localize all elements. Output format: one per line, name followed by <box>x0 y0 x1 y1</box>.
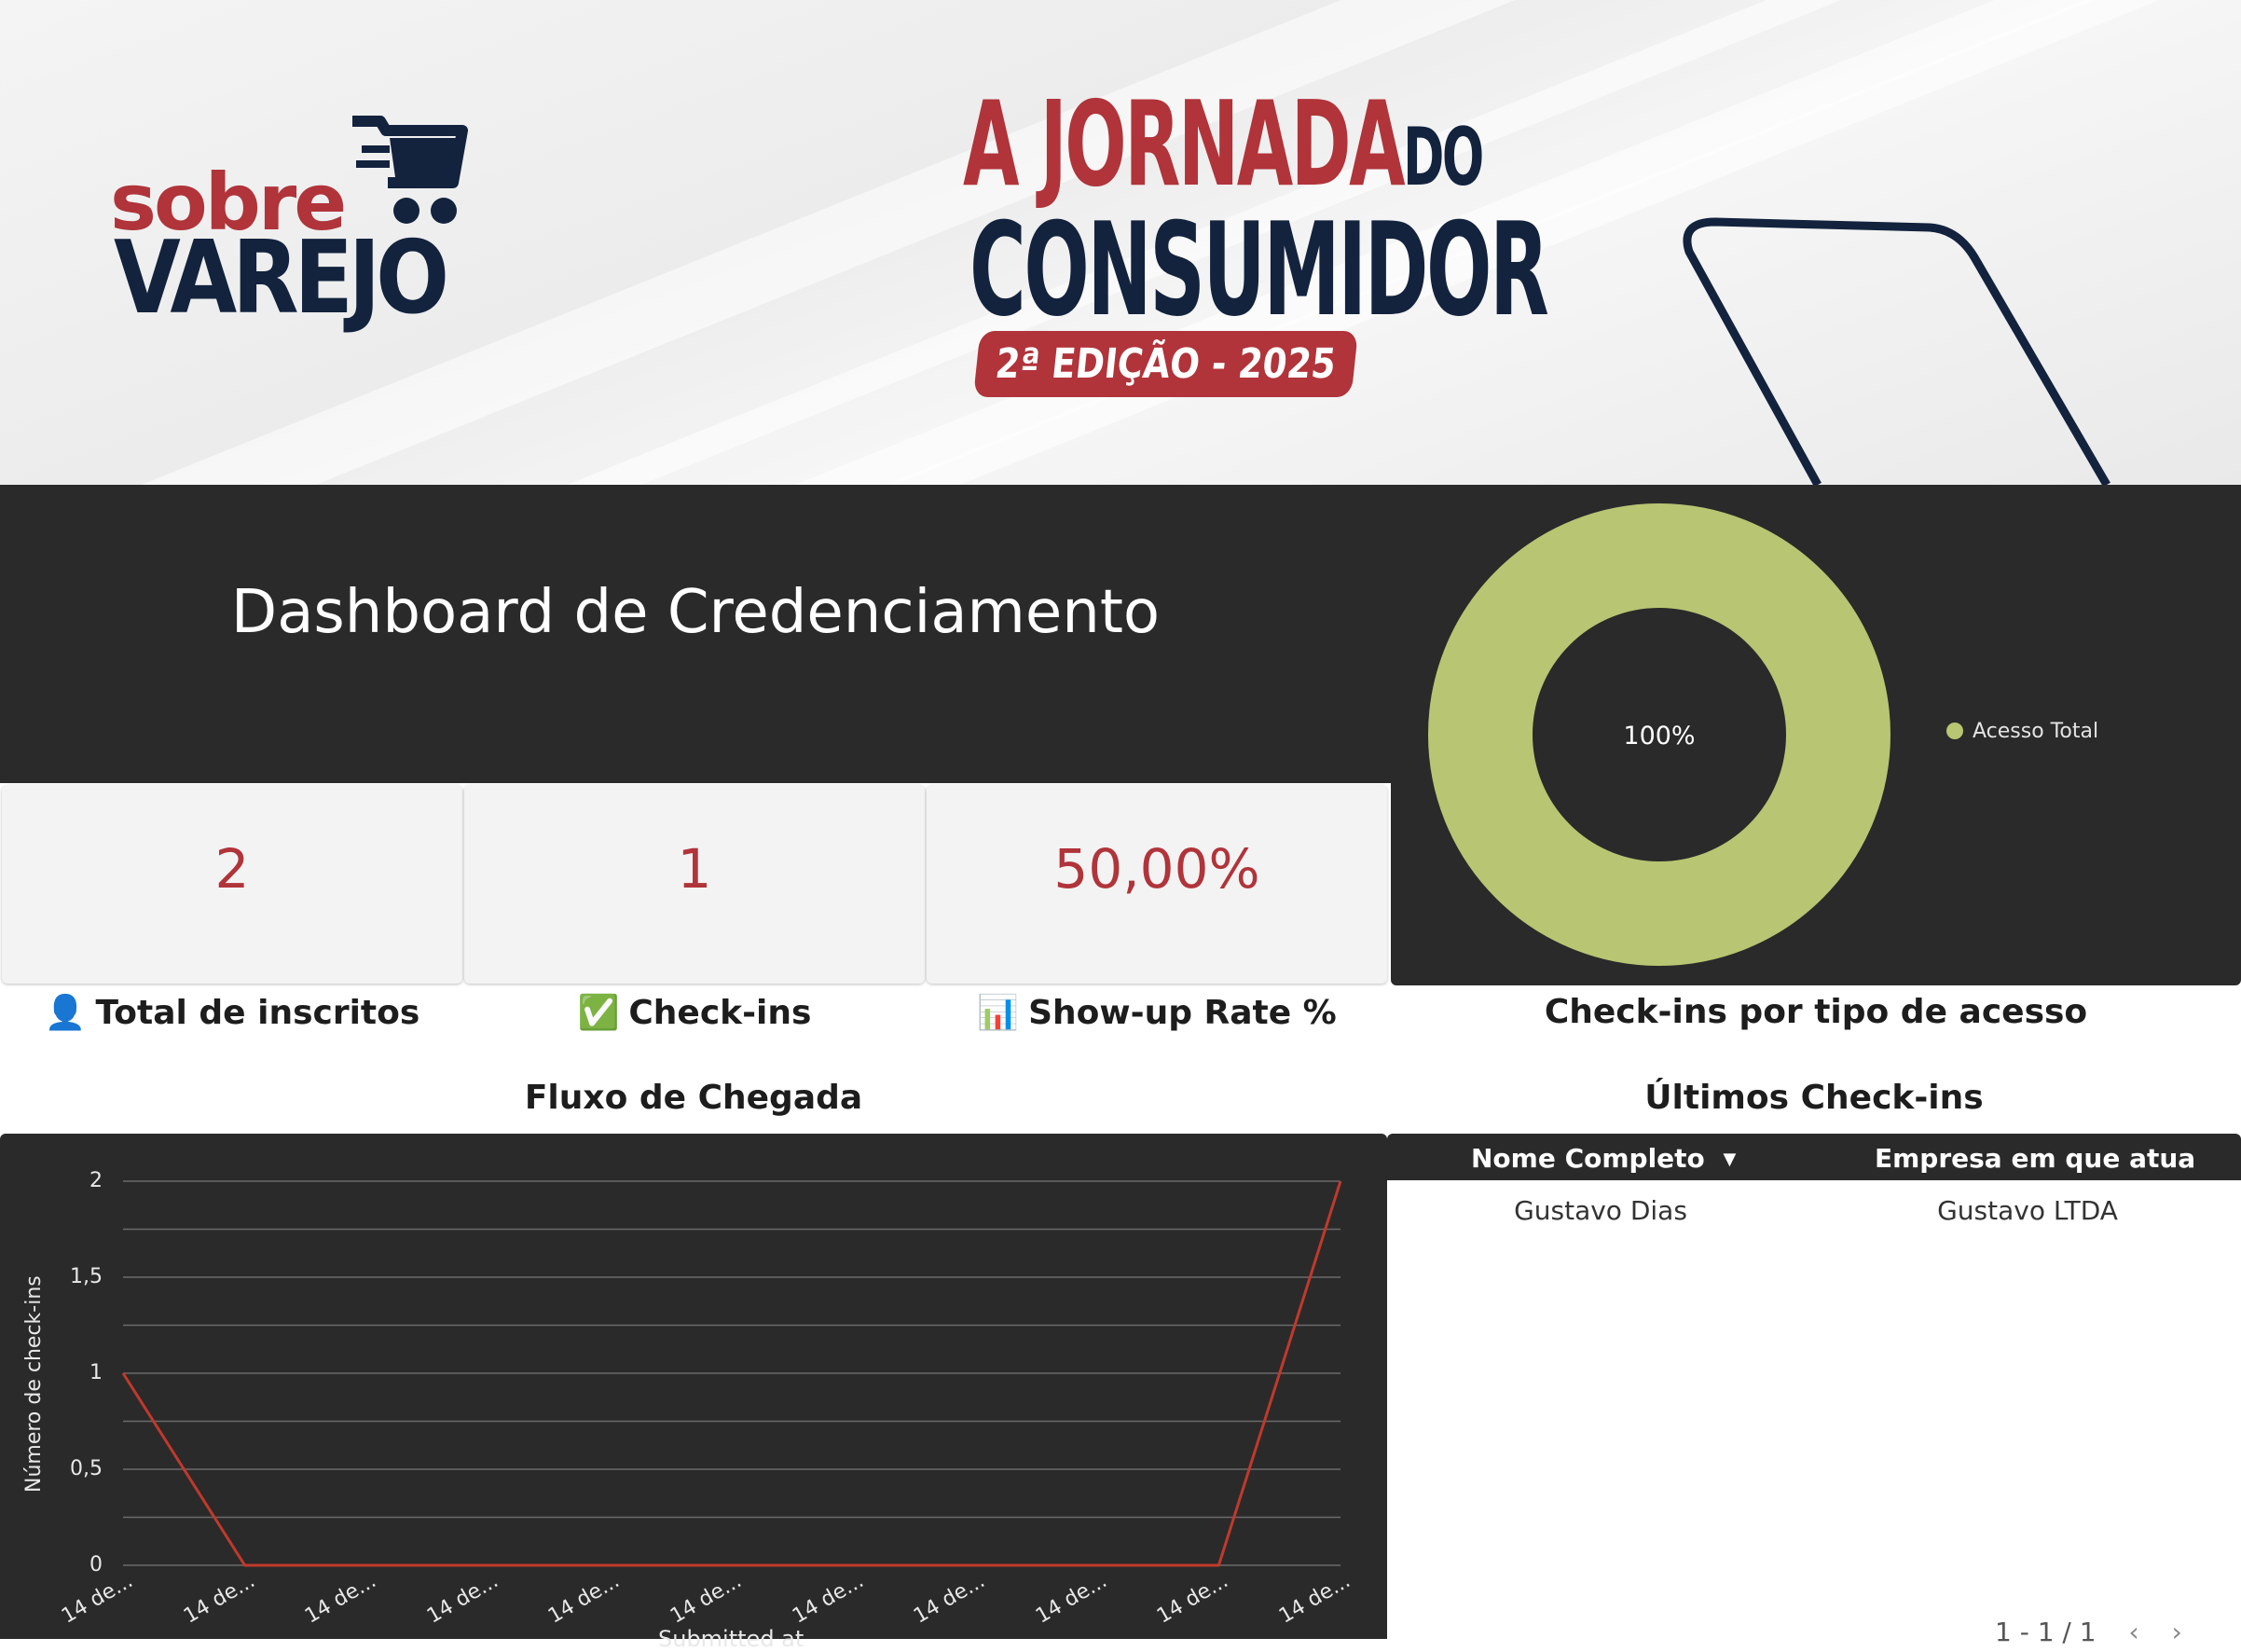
kpi-label-total-inscritos: 👤Total de inscritos <box>2 993 462 1032</box>
y-axis-label: Número de check-ins <box>22 1275 46 1493</box>
kpi-label-show-up-rate: 📊Show-up Rate % <box>927 993 1387 1032</box>
arrival-line-chart-panel <box>0 1134 1387 1639</box>
shopping-cart-icon <box>343 110 474 231</box>
event-banner: sobre VAREJO A JORNADADO CONSUMIDOR 2ª E… <box>0 0 2241 485</box>
next-page-icon[interactable]: › <box>2172 1617 2182 1647</box>
legend-label: Acesso Total <box>1973 720 2098 743</box>
dashboard-header: Dashboard de Credenciamento <box>0 485 1391 783</box>
sobre-varejo-logo: sobre VAREJO <box>110 110 464 334</box>
table-pagination: 1 - 1 / 1 ‹ › <box>1995 1617 2182 1647</box>
cell-nome: Gustavo Dias <box>1387 1195 1814 1226</box>
previous-page-icon[interactable]: ‹ <box>2129 1617 2139 1647</box>
bar-chart-icon: 📊 <box>977 993 1019 1032</box>
page-title: Dashboard de Credenciamento <box>0 578 1391 647</box>
x-axis-label: Submitted at <box>658 1626 804 1652</box>
donut-center-label: 100% <box>1623 722 1695 750</box>
y-tick-label: 2 <box>0 1169 103 1192</box>
y-tick-label: 0 <box>0 1553 103 1576</box>
cell-empresa: Gustavo LTDA <box>1814 1195 2241 1226</box>
donut-chart: 100% <box>1391 485 2241 985</box>
donut-legend[interactable]: Acesso Total <box>1946 720 2098 743</box>
column-header-nome[interactable]: Nome Completo ▼ <box>1471 1143 1736 1174</box>
kpi-card-total-inscritos: 2 <box>2 785 462 984</box>
column-header-empresa[interactable]: Empresa em que atua <box>1875 1143 2195 1174</box>
arrival-line-chart <box>0 1134 1387 1639</box>
table-header: Nome Completo ▼ Empresa em que atua <box>1387 1134 2241 1180</box>
brand-logo-bottom: VAREJO <box>114 220 445 337</box>
y-tick-label: 0,5 <box>0 1457 103 1480</box>
table-row[interactable]: Gustavo Dias Gustavo LTDA <box>1387 1180 2241 1236</box>
event-title-logo: A JORNADADO CONSUMIDOR 2ª EDIÇÃO - 2025 <box>839 89 1492 396</box>
y-tick-label: 1 <box>0 1361 103 1384</box>
kpi-value: 50,00% <box>927 837 1387 901</box>
kpi-card-show-up-rate: 50,00% <box>927 785 1387 984</box>
kpi-label-check-ins: ✅Check-ins <box>464 993 925 1032</box>
donut-chart-panel: 100% Acesso Total <box>1391 485 2241 985</box>
arrival-chart-title: Fluxo de Chegada <box>0 1079 1387 1117</box>
person-icon: 👤 <box>45 993 87 1032</box>
latest-checkins-title: Últimos Check-ins <box>1387 1079 2241 1117</box>
check-mark-icon: ✅ <box>578 993 620 1032</box>
kpi-value: 1 <box>464 837 925 901</box>
donut-chart-title: Check-ins por tipo de acesso <box>1391 993 2241 1031</box>
sort-down-icon[interactable]: ▼ <box>1724 1150 1737 1169</box>
legend-dot <box>1946 723 1963 739</box>
event-title-line2: CONSUMIDOR <box>969 215 1361 325</box>
event-edition-badge: 2ª EDIÇÃO - 2025 <box>973 331 1358 397</box>
pagination-label: 1 - 1 / 1 <box>1995 1617 2097 1647</box>
y-tick-label: 1,5 <box>0 1265 103 1288</box>
phone-outline-icon <box>1678 214 2125 485</box>
kpi-value: 2 <box>2 837 462 901</box>
kpi-card-check-ins: 1 <box>464 785 925 984</box>
